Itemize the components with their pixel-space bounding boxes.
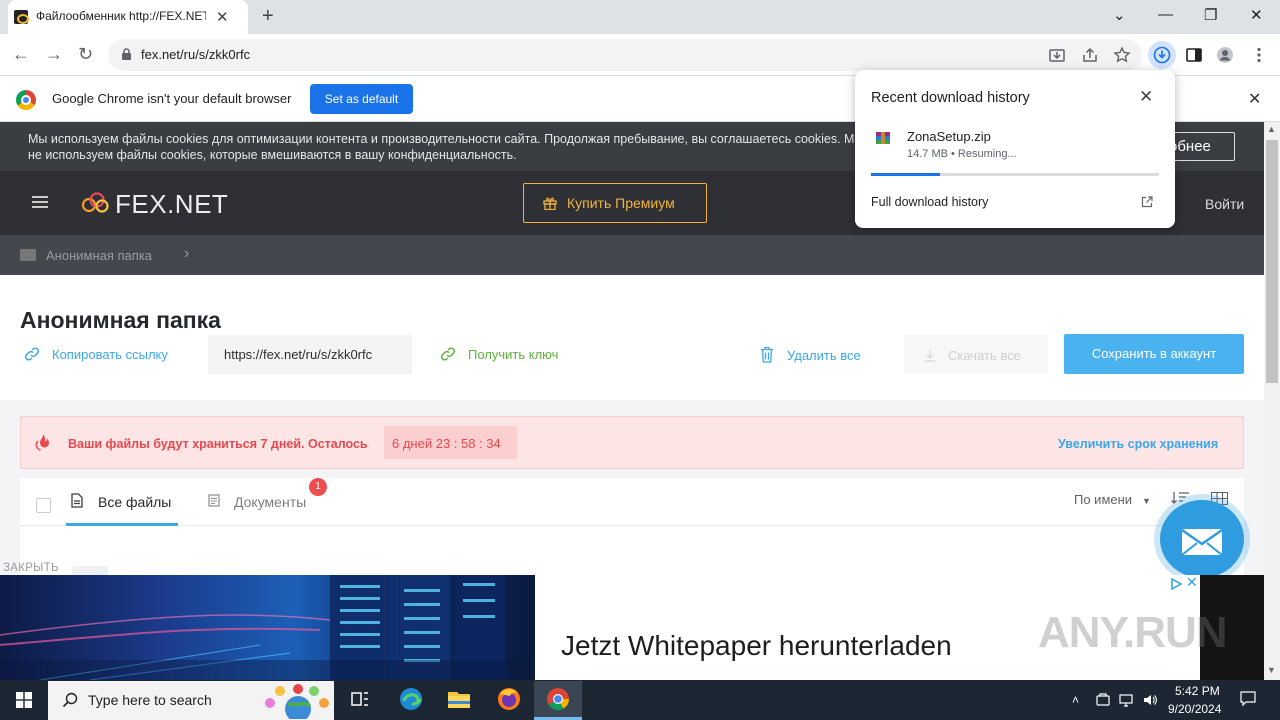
- chrome-menu-icon[interactable]: [1250, 46, 1268, 64]
- link-key-icon[interactable]: [440, 346, 456, 362]
- storage-timer: 6 дней 23 : 58 : 34: [384, 426, 517, 459]
- all-files-icon: [71, 493, 83, 508]
- extend-storage-link[interactable]: Увеличить срок хранения: [1058, 437, 1218, 451]
- scroll-down-icon[interactable]: ▼: [1267, 665, 1276, 675]
- buy-premium-label: Купить Премиум: [567, 195, 675, 211]
- firefox-icon[interactable]: [496, 686, 522, 712]
- cookie-text: Мы используем файлы cookies для оптимиза…: [28, 132, 864, 162]
- ad-close-tab[interactable]: [72, 566, 108, 575]
- back-button[interactable]: ←: [12, 44, 30, 65]
- fire-icon: [35, 434, 49, 451]
- download-arrow-icon: [925, 349, 935, 362]
- download-icon: [1153, 46, 1171, 64]
- tab-search-dropdown-icon[interactable]: ⌄: [1113, 6, 1126, 24]
- full-download-history-link[interactable]: Full download history: [871, 195, 988, 209]
- breadcrumb-folder[interactable]: Анонимная папка: [46, 248, 152, 263]
- chevron-right-icon: ›: [184, 245, 190, 262]
- zip-archive-icon: [876, 132, 890, 144]
- get-key-button[interactable]: Получить ключ: [468, 347, 558, 362]
- taskbar-clock-time[interactable]: 5:42 PM: [1175, 684, 1220, 698]
- trash-icon[interactable]: [760, 346, 774, 363]
- folder-icon: [20, 249, 36, 261]
- file-explorer-icon[interactable]: [446, 686, 472, 712]
- save-to-account-button[interactable]: Сохранить в аккаунт: [1064, 334, 1244, 374]
- tab-close-icon[interactable]: ✕: [216, 8, 229, 26]
- profile-avatar-icon[interactable]: [1216, 46, 1234, 64]
- share-icon[interactable]: [1081, 46, 1099, 64]
- tab-title: Файлообменник http://FEX.NET: [36, 9, 206, 23]
- download-file-name[interactable]: ZonaSetup.zip: [907, 129, 991, 144]
- ad-close-icon[interactable]: ✕: [1186, 574, 1198, 591]
- hamburger-menu-icon[interactable]: [32, 196, 48, 208]
- close-window-button[interactable]: ✕: [1250, 6, 1263, 24]
- fex-favicon-icon: [14, 10, 29, 24]
- page-title: Анонимная папка: [20, 307, 221, 333]
- anyrun-watermark: ANY.RUN: [1038, 608, 1228, 657]
- install-app-icon[interactable]: [1048, 46, 1066, 64]
- fex-logo-icon[interactable]: [80, 191, 110, 215]
- login-link[interactable]: Войти: [1205, 196, 1244, 212]
- tab-all-files[interactable]: Все файлы: [98, 494, 171, 510]
- adchoices-icon[interactable]: [1170, 578, 1182, 590]
- link-icon[interactable]: [24, 346, 40, 362]
- copy-link-button[interactable]: Копировать ссылку: [52, 347, 168, 362]
- reload-button[interactable]: ↻: [78, 44, 93, 65]
- site-logo-text[interactable]: FEX.NET: [115, 189, 228, 220]
- forward-button[interactable]: →: [45, 44, 63, 65]
- restore-button[interactable]: ❐: [1204, 6, 1217, 24]
- notification-center-icon[interactable]: [1240, 691, 1256, 707]
- mail-icon: [1181, 528, 1223, 556]
- infobar-close-icon[interactable]: ✕: [1248, 89, 1261, 109]
- edge-browser-icon[interactable]: [398, 686, 424, 712]
- chrome-logo-icon: [16, 90, 36, 110]
- share-url-field[interactable]: https://fex.net/ru/s/zkk0rfc: [208, 335, 412, 374]
- set-default-button[interactable]: Set as default: [310, 84, 413, 114]
- gift-icon: [543, 197, 557, 210]
- download-progress-fill: [871, 173, 940, 176]
- search-icon: [62, 692, 78, 708]
- open-external-icon[interactable]: [1141, 196, 1153, 208]
- scrollbar-thumb[interactable]: [1266, 140, 1278, 383]
- select-all-checkbox[interactable]: [36, 498, 51, 513]
- taskbar-search-placeholder[interactable]: Type here to search: [88, 692, 212, 708]
- chrome-icon: [547, 688, 569, 710]
- show-hidden-icons-chevron-icon[interactable]: ˄: [1072, 693, 1079, 707]
- delete-all-button[interactable]: Удалить все: [787, 348, 861, 363]
- windows-start-icon[interactable]: [16, 692, 32, 708]
- download-bubble-close-icon[interactable]: ✕: [1139, 87, 1153, 107]
- meet-now-icon[interactable]: [1096, 693, 1110, 707]
- scroll-up-icon[interactable]: ▲: [1267, 124, 1276, 134]
- minimize-button[interactable]: —: [1158, 6, 1173, 23]
- ad-headline[interactable]: Jetzt Whitepaper herunterladen: [561, 630, 952, 662]
- default-browser-message: Google Chrome isn't your default browser: [52, 91, 292, 106]
- server-rack-illustration: [0, 575, 535, 680]
- new-tab-button[interactable]: +: [262, 5, 274, 28]
- breadcrumb: [0, 235, 1264, 275]
- files-panel: [20, 478, 1244, 575]
- lock-icon[interactable]: [122, 48, 131, 60]
- side-panel-icon[interactable]: [1185, 46, 1203, 64]
- ad-close-label[interactable]: ЗАКРЫТЬ: [3, 562, 59, 574]
- active-tab-indicator: [66, 523, 178, 526]
- volume-icon[interactable]: [1143, 693, 1157, 707]
- caret-down-icon: ▼: [1142, 496, 1151, 506]
- download-file-status: 14.7 MB • Resuming...: [907, 148, 1017, 160]
- address-bar[interactable]: [108, 39, 1142, 71]
- documents-icon: [208, 494, 220, 507]
- ad-banner-image[interactable]: [0, 575, 535, 680]
- network-icon[interactable]: [1119, 693, 1133, 707]
- search-highlight-illustration-icon: [265, 684, 329, 719]
- sort-dropdown[interactable]: По имени: [1074, 492, 1132, 507]
- documents-count-badge: 1: [309, 478, 327, 496]
- tabs-divider: [20, 525, 1244, 526]
- download-bubble-title: Recent download history: [871, 90, 1030, 106]
- url-text[interactable]: fex.net/ru/s/zkk0rfc: [141, 47, 250, 62]
- tab-documents[interactable]: Документы: [234, 494, 306, 510]
- task-view-icon[interactable]: [347, 686, 373, 712]
- bookmark-star-icon[interactable]: [1113, 46, 1131, 64]
- storage-alert-text: Ваши файлы будут храниться 7 дней. Остал…: [68, 437, 368, 451]
- taskbar-clock-date[interactable]: 9/20/2024: [1168, 702, 1221, 716]
